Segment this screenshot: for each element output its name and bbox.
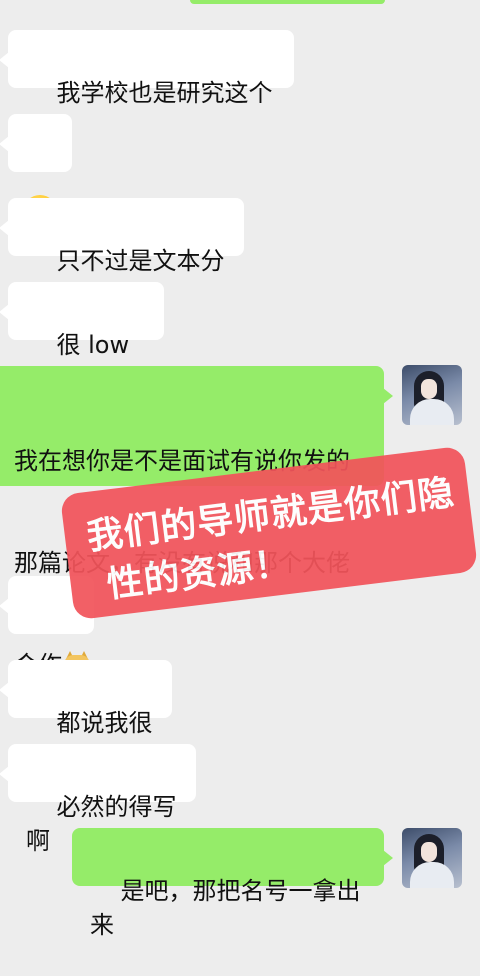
message-bubble-incoming[interactable]: 都说我很猛 (0, 660, 172, 771)
message-bubble-incoming[interactable]: 很 low 而已 (0, 282, 164, 393)
chat-area: 我学校也是研究这个的 只不过是文本分析 很 low 而已 我在想你是不是面试有说… (0, 0, 480, 939)
message-bubble-incoming[interactable]: 必然的得写啊 (0, 744, 196, 855)
user-avatar[interactable] (402, 828, 462, 888)
message-bubble-incoming[interactable]: 我学校也是研究这个的 (0, 30, 294, 141)
previous-message-bubble-edge (190, 0, 385, 4)
user-avatar[interactable] (402, 365, 462, 425)
message-bubble-incoming[interactable] (0, 114, 72, 229)
message-bubble-incoming[interactable]: 只不过是文本分析 (0, 198, 244, 309)
message-bubble-outgoing[interactable]: 是吧，那把名号一拿出来 (72, 828, 393, 939)
message-text: 是吧，那把名号一拿出来 (90, 877, 361, 939)
